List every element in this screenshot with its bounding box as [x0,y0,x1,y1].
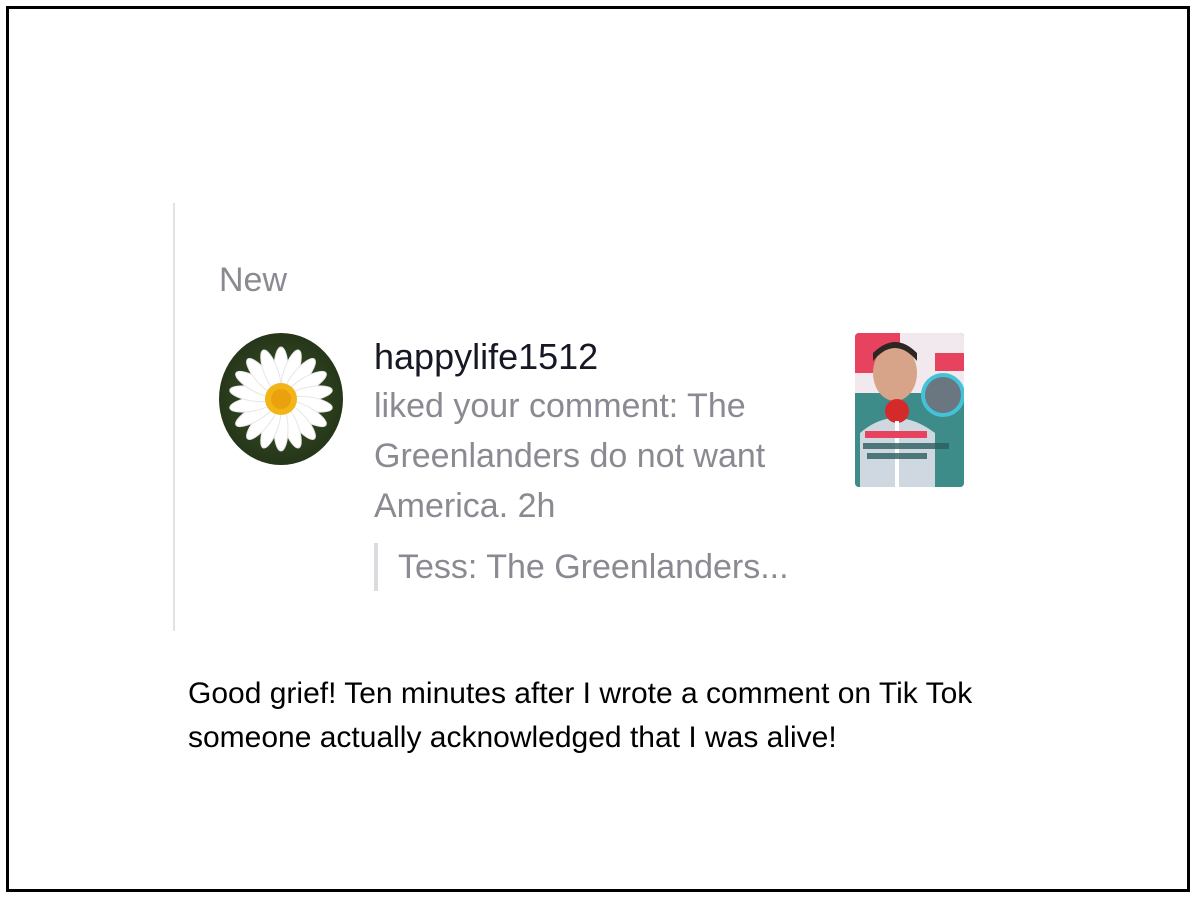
video-thumbnail-image [855,333,964,487]
slide-caption: Good grief! Ten minutes after I wrote a … [188,677,973,754]
notification-body[interactable]: happylife1512 liked your comment: The Gr… [374,333,834,531]
quoted-comment: Tess: The Greenlanders... [374,543,789,591]
section-label-new: New [219,261,288,299]
notification-username[interactable]: happylife1512 [374,333,834,381]
video-thumbnail-icon[interactable] [855,333,964,487]
notifications-panel: New happylife1512 liked your comment: Th… [173,203,995,631]
notification-message: liked your comment: The Greenlanders do … [374,387,766,525]
daisy-icon [229,346,333,452]
avatar-daisy-icon[interactable] [219,333,343,465]
